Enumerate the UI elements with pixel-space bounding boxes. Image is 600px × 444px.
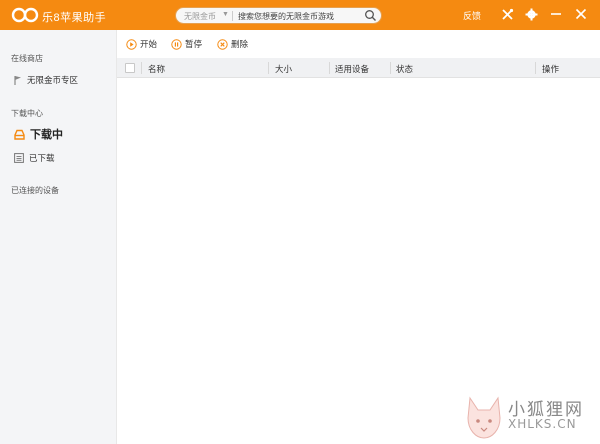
tools-button[interactable] — [499, 6, 515, 22]
column-header-size[interactable]: 大小 — [275, 63, 292, 75]
column-divider — [141, 62, 142, 74]
sidebar-section-download-center: 下载中心 — [11, 109, 43, 118]
app-title: 乐8苹果助手 — [42, 12, 107, 24]
minimize-button[interactable] — [548, 6, 564, 22]
list-icon — [14, 153, 24, 163]
play-icon — [126, 38, 137, 50]
download-table-header: 名称 大小 适用设备 状态 操作 — [117, 58, 600, 78]
sidebar-item-unlimited-coins[interactable]: 无限金币专区 — [14, 74, 78, 86]
sidebar-item-downloading[interactable]: 下载中 — [14, 126, 63, 142]
search-icon[interactable] — [364, 9, 377, 22]
column-header-actions[interactable]: 操作 — [542, 63, 559, 75]
column-header-name[interactable]: 名称 — [148, 63, 165, 75]
title-bar: 乐8苹果助手 无限金币 ▼ 反馈 — [0, 0, 600, 30]
column-header-status[interactable]: 状态 — [396, 63, 413, 75]
sidebar-item-label: 无限金币专区 — [27, 75, 79, 85]
pause-button[interactable]: 暂停 — [171, 38, 202, 50]
delete-button[interactable]: 删除 — [217, 38, 248, 50]
download-toolbar: 开始 暂停 删除 — [117, 30, 600, 58]
start-button[interactable]: 开始 — [126, 38, 157, 50]
sidebar-item-downloaded[interactable]: 已下载 — [14, 152, 55, 164]
start-label: 开始 — [140, 39, 158, 49]
delete-icon — [217, 38, 228, 50]
column-divider — [535, 62, 536, 74]
chevron-down-icon[interactable]: ▼ — [222, 11, 229, 18]
pause-icon — [171, 38, 182, 50]
column-divider — [268, 62, 269, 74]
tools-icon — [501, 8, 513, 20]
sidebar-item-label: 已下载 — [29, 153, 55, 163]
sidebar-section-connected-devices[interactable]: 已连接的设备 — [11, 185, 59, 196]
site-watermark: 小狐狸网 XHLKS.CN — [460, 392, 600, 444]
search-divider — [232, 11, 233, 21]
search-bar[interactable]: 无限金币 ▼ — [175, 7, 382, 24]
column-header-device[interactable]: 适用设备 — [335, 63, 369, 75]
sidebar-item-label: 下载中 — [30, 129, 63, 141]
watermark-url: XHLKS.CN — [508, 417, 577, 431]
sidebar-section-online-store: 在线商店 — [11, 54, 43, 63]
search-category-select[interactable]: 无限金币 — [184, 11, 216, 22]
settings-button[interactable] — [523, 6, 539, 22]
close-icon — [575, 8, 587, 20]
download-tray-icon — [14, 129, 25, 140]
gear-icon — [525, 8, 537, 20]
minimize-icon — [551, 13, 561, 15]
column-divider — [390, 62, 391, 74]
close-button[interactable] — [573, 6, 589, 22]
flag-icon — [14, 76, 21, 85]
column-divider — [329, 62, 330, 74]
download-table-body — [117, 79, 600, 444]
app-logo-icon — [11, 7, 39, 23]
delete-label: 删除 — [231, 39, 249, 49]
select-all-checkbox[interactable] — [125, 63, 135, 73]
feedback-link[interactable]: 反馈 — [463, 9, 481, 22]
search-input[interactable] — [238, 10, 356, 22]
pause-label: 暂停 — [185, 39, 203, 49]
sidebar: 在线商店 无限金币专区 下载中心 下载中 已下载 已连接的设备 — [0, 30, 117, 444]
fox-logo-icon — [467, 396, 501, 439]
